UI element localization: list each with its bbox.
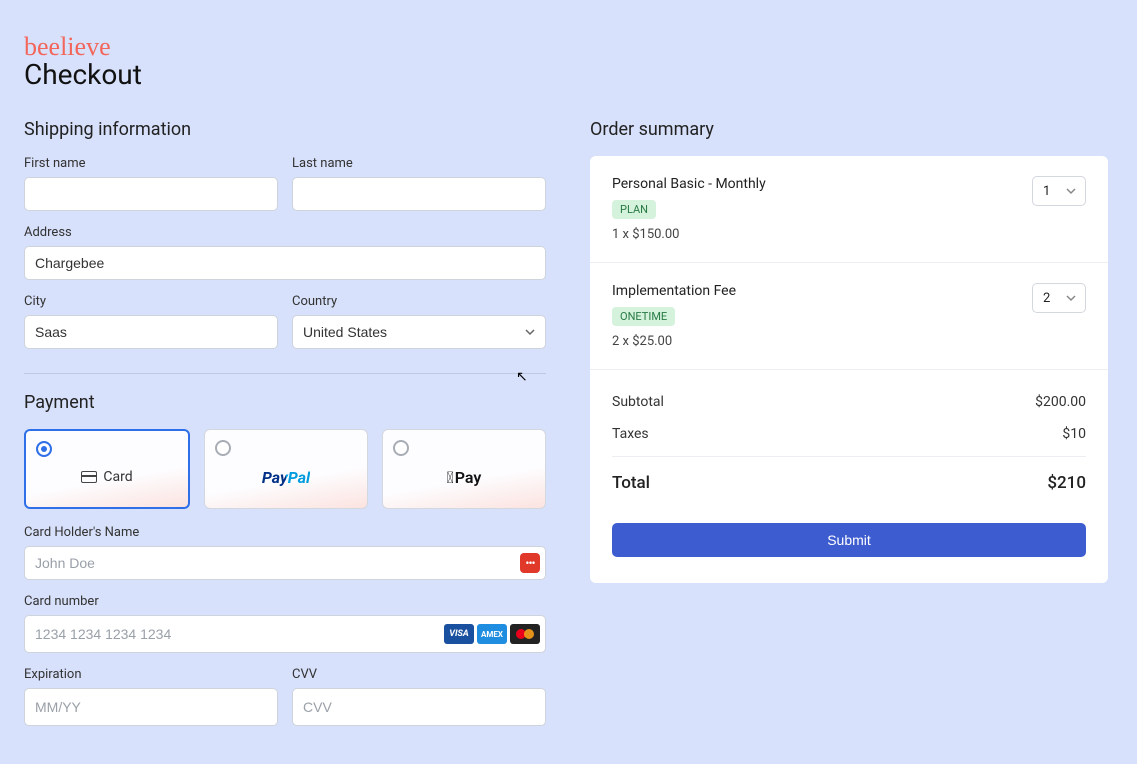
- quantity-select[interactable]: 1: [1032, 176, 1086, 206]
- submit-button[interactable]: Submit: [612, 523, 1086, 557]
- city-input[interactable]: [24, 315, 278, 349]
- brand-logo: beelieve: [24, 34, 1113, 60]
- radio-icon: [393, 440, 409, 456]
- payment-option-card-label: Card: [103, 469, 132, 485]
- amex-icon: AMEX: [477, 624, 507, 644]
- last-name-label: Last name: [292, 156, 546, 171]
- order-item-name: Personal Basic - Monthly: [612, 176, 1020, 192]
- order-item-name: Implementation Fee: [612, 283, 1020, 299]
- taxes-value: $10: [1062, 426, 1086, 442]
- subtotal-value: $200.00: [1035, 394, 1086, 410]
- apple-pay-logo: Pay: [447, 468, 482, 487]
- order-item-badge: PLAN: [612, 200, 656, 219]
- chevron-down-icon: [1065, 185, 1077, 197]
- payment-section-title: Payment: [24, 392, 546, 413]
- paypal-logo: PayPal: [262, 468, 310, 487]
- total-value: $210: [1047, 473, 1086, 493]
- taxes-label: Taxes: [612, 426, 649, 442]
- subtotal-label: Subtotal: [612, 394, 664, 410]
- payment-option-applepay[interactable]: Pay: [382, 429, 546, 509]
- country-label: Country: [292, 294, 546, 309]
- order-item: Personal Basic - Monthly PLAN 1 x $150.0…: [590, 156, 1108, 263]
- address-label: Address: [24, 225, 546, 240]
- radio-selected-icon: [36, 441, 52, 457]
- order-summary-card: Personal Basic - Monthly PLAN 1 x $150.0…: [590, 156, 1108, 583]
- first-name-label: First name: [24, 156, 278, 171]
- country-select[interactable]: [292, 315, 546, 349]
- chevron-down-icon: [1065, 292, 1077, 304]
- order-item-line: 2 x $25.00: [612, 334, 1020, 349]
- card-number-label: Card number: [24, 594, 546, 609]
- page-title: Checkout: [24, 58, 1113, 91]
- expiration-input[interactable]: [24, 688, 278, 726]
- credit-card-icon: [81, 471, 97, 483]
- first-name-input[interactable]: [24, 177, 278, 211]
- expiration-label: Expiration: [24, 667, 278, 682]
- radio-icon: [215, 440, 231, 456]
- card-holder-input[interactable]: [24, 546, 546, 580]
- order-item: Implementation Fee ONETIME 2 x $25.00 2: [590, 263, 1108, 370]
- order-item-line: 1 x $150.00: [612, 227, 1020, 242]
- quantity-value: 2: [1043, 291, 1050, 306]
- city-label: City: [24, 294, 278, 309]
- last-name-input[interactable]: [292, 177, 546, 211]
- order-item-badge: ONETIME: [612, 307, 675, 326]
- card-holder-label: Card Holder's Name: [24, 525, 546, 540]
- quantity-value: 1: [1043, 184, 1050, 199]
- payment-option-card[interactable]: Card: [24, 429, 190, 509]
- totals-divider: [612, 456, 1086, 457]
- address-input[interactable]: [24, 246, 546, 280]
- cvv-label: CVV: [292, 667, 546, 682]
- cvv-input[interactable]: [292, 688, 546, 726]
- apple-icon: : [447, 468, 454, 487]
- order-summary-title: Order summary: [590, 119, 1108, 140]
- mastercard-icon: [510, 624, 540, 644]
- payment-option-paypal[interactable]: PayPal: [204, 429, 368, 509]
- shipping-section-title: Shipping information: [24, 119, 546, 140]
- quantity-select[interactable]: 2: [1032, 283, 1086, 313]
- accepted-card-brands: VISA AMEX: [444, 624, 540, 644]
- visa-icon: VISA: [444, 624, 474, 644]
- section-divider: [24, 373, 546, 374]
- total-label: Total: [612, 473, 650, 493]
- password-manager-icon[interactable]: •••: [520, 553, 540, 573]
